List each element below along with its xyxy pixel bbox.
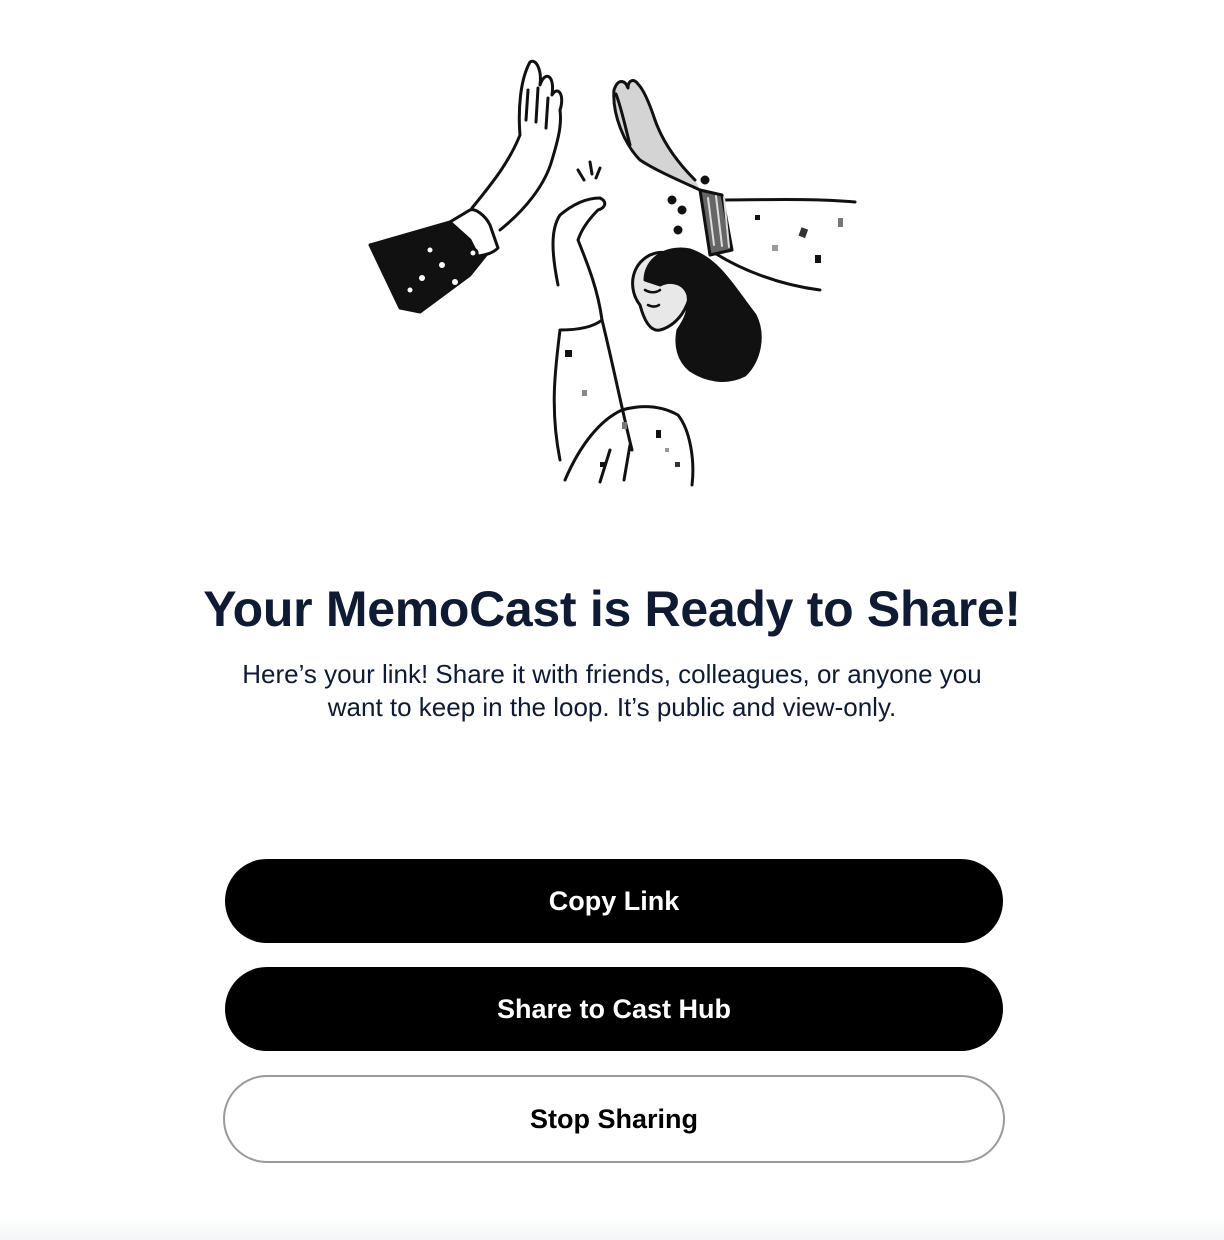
copy-link-button[interactable]: Copy Link: [225, 859, 1003, 943]
high-five-illustration: [368, 59, 857, 487]
bottom-edge: [0, 1218, 1224, 1240]
page-title: Your MemoCast is Ready to Share!: [203, 581, 1021, 637]
share-to-cast-hub-button[interactable]: Share to Cast Hub: [225, 967, 1003, 1051]
share-dialog: Your MemoCast is Ready to Share! Here’s …: [0, 0, 1224, 1240]
share-description: Here’s your link! Share it with friends,…: [242, 659, 982, 722]
stop-sharing-button[interactable]: Stop Sharing: [223, 1075, 1005, 1163]
